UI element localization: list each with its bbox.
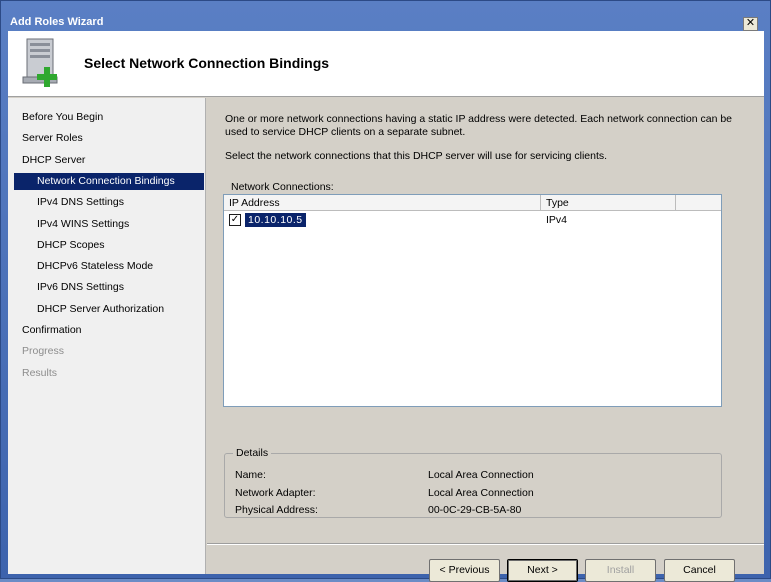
button-separator [207, 543, 764, 545]
nav-item-dhcp-server[interactable]: DHCP Server [14, 152, 204, 169]
column-type[interactable]: Type [541, 195, 676, 211]
nav-item-before-you-begin[interactable]: Before You Begin [14, 109, 204, 126]
wizard-window: Add Roles Wizard ✕ Select Network Connec… [0, 0, 771, 582]
description-text: One or more network connections having a… [225, 113, 733, 138]
physical-address-value: 00-0C-29-CB-5A-80 [428, 504, 522, 516]
nav-item-dhcpv6-stateless-mode[interactable]: DHCPv6 Stateless Mode [14, 258, 204, 275]
network-connections-list[interactable]: IP Address Type ✓ 10.10.10.5 IPv4 [223, 194, 722, 407]
connection-checkbox[interactable]: ✓ [229, 214, 241, 226]
window-title: Add Roles Wizard [10, 16, 104, 28]
list-header: IP Address Type [224, 195, 721, 211]
wizard-body: Select Network Connection Bindings Befor… [8, 31, 764, 582]
nav-item-ipv4-dns-settings[interactable]: IPv4 DNS Settings [14, 194, 204, 211]
adapter-value: Local Area Connection [428, 487, 534, 499]
title-bar: Add Roles Wizard ✕ [3, 3, 768, 31]
nav-item-ipv4-wins-settings[interactable]: IPv4 WINS Settings [14, 216, 204, 233]
nav-item-dhcp-server-authorization[interactable]: DHCP Server Authorization [14, 301, 204, 318]
details-legend: Details [233, 447, 272, 459]
ip-address-cell: 10.10.10.5 [245, 213, 306, 227]
nav-item-server-roles[interactable]: Server Roles [14, 130, 204, 147]
table-row[interactable]: ✓ 10.10.10.5 IPv4 [224, 212, 721, 228]
network-connections-label: Network Connections: [231, 181, 334, 193]
close-button[interactable]: ✕ [743, 17, 758, 31]
adapter-label: Network Adapter: [235, 487, 316, 499]
column-ip-label: IP Address [229, 197, 280, 209]
server-add-icon [22, 38, 58, 87]
wizard-content: One or more network connections having a… [207, 98, 764, 582]
details-group: Details Name: Local Area Connection Netw… [224, 447, 722, 518]
nav-item-progress: Progress [22, 345, 65, 358]
name-value: Local Area Connection [428, 469, 534, 481]
close-icon: ✕ [745, 17, 756, 29]
name-label: Name: [235, 469, 266, 481]
nav-item-confirmation[interactable]: Confirmation [14, 322, 204, 339]
physical-address-label: Physical Address: [235, 504, 318, 516]
nav-item-network-connection-bindings[interactable]: Network Connection Bindings [14, 172, 204, 190]
nav-item-dhcp-scopes[interactable]: DHCP Scopes [14, 237, 204, 254]
instruction-text: Select the network connections that this… [225, 150, 608, 162]
nav-item-results: Results [22, 366, 58, 379]
checkmark-icon: ✓ [230, 214, 240, 225]
column-ip-address[interactable]: IP Address [224, 195, 541, 211]
wizard-header: Select Network Connection Bindings [8, 31, 764, 97]
page-title: Select Network Connection Bindings [84, 55, 330, 71]
wizard-nav: Before You Begin Server Roles DHCP Server N… [8, 98, 206, 574]
column-type-label: Type [546, 197, 569, 209]
type-cell: IPv4 [546, 214, 568, 226]
nav-item-ipv6-dns-settings[interactable]: IPv6 DNS Settings [14, 279, 204, 296]
